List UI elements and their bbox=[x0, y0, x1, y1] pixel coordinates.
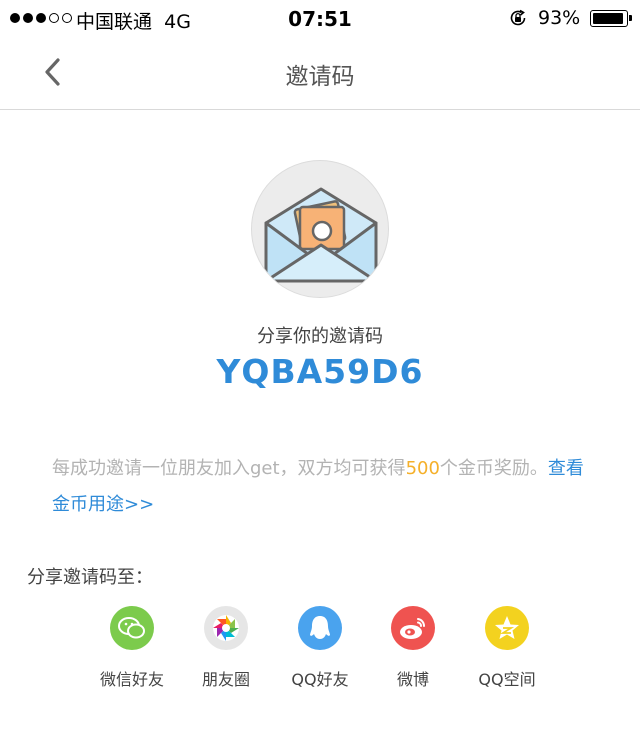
share-section-title: 分享邀请码至： bbox=[27, 567, 153, 588]
share-qq-button[interactable]: QQ好友 bbox=[270, 606, 370, 690]
qq-icon bbox=[298, 606, 342, 650]
share-target-label: 微信好友 bbox=[99, 670, 164, 689]
nav-bar: 邀请码 bbox=[0, 40, 640, 110]
reward-description: 每成功邀请一位朋友加入get，双方均可获得500个金币奖励。查看金币用途>> bbox=[52, 451, 597, 523]
share-target-label: QQ好友 bbox=[291, 670, 349, 689]
envelope-icon bbox=[264, 187, 378, 283]
invite-code[interactable]: YQBA59D6 bbox=[0, 352, 640, 391]
share-target-label: 微博 bbox=[396, 670, 429, 689]
reward-text: 每成功邀请一位朋友加入get，双方均可获得 bbox=[52, 458, 406, 479]
weibo-icon bbox=[391, 606, 435, 650]
share-target-label: QQ空间 bbox=[478, 670, 536, 689]
share-target-label: 朋友圈 bbox=[201, 670, 250, 689]
page-title: 邀请码 bbox=[285, 64, 355, 90]
status-bar: 中国联通 4G 07:51 93% bbox=[0, 0, 640, 40]
rotation-lock-icon bbox=[510, 9, 526, 26]
share-wechat-button[interactable]: 微信好友 bbox=[82, 606, 182, 690]
battery-percent: 93% bbox=[538, 7, 581, 29]
qzone-icon bbox=[485, 606, 529, 650]
reward-text-end: 个金币奖励。 bbox=[439, 458, 548, 479]
share-code-label: 分享你的邀请码 bbox=[257, 326, 383, 347]
moments-icon bbox=[204, 606, 248, 650]
wechat-icon bbox=[110, 606, 154, 650]
invite-envelope-illustration bbox=[251, 160, 389, 298]
share-qzone-button[interactable]: QQ空间 bbox=[457, 606, 557, 690]
battery-icon bbox=[590, 10, 632, 27]
share-targets: 微信好友 朋友圈 QQ好友 微博 QQ空间 bbox=[0, 606, 640, 696]
reward-amount: 500 bbox=[405, 458, 440, 479]
share-weibo-button[interactable]: 微博 bbox=[363, 606, 463, 690]
share-moments-button[interactable]: 朋友圈 bbox=[176, 606, 276, 690]
